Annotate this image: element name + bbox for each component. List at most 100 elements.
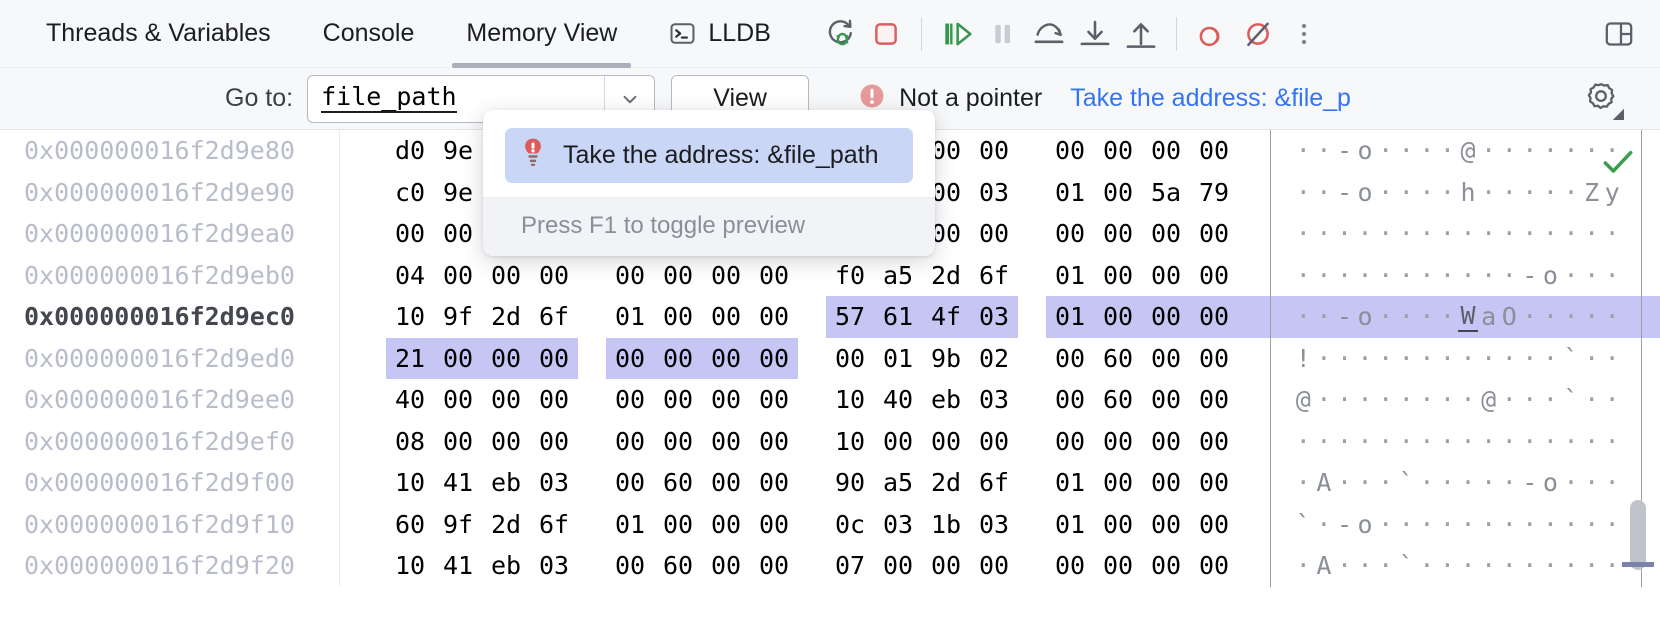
hex-byte[interactable]: 60	[1094, 338, 1142, 380]
ascii-char[interactable]: ·	[1602, 427, 1623, 456]
ascii-char[interactable]: ·	[1499, 261, 1520, 290]
ascii-char[interactable]: ·	[1478, 427, 1499, 456]
memory-row-bytes[interactable]: 1041eb030060000090a52d6f01000000	[340, 462, 1238, 504]
ascii-char[interactable]: ·	[1540, 219, 1561, 248]
ascii-char[interactable]: ·	[1561, 510, 1582, 539]
hex-byte[interactable]: 00	[874, 545, 922, 587]
ascii-char[interactable]: ·	[1520, 302, 1541, 331]
ascii-char[interactable]: o	[1355, 136, 1376, 165]
ascii-char[interactable]: ·	[1437, 510, 1458, 539]
ascii-char[interactable]: ·	[1478, 344, 1499, 373]
hex-byte[interactable]: 40	[386, 379, 434, 421]
ascii-char[interactable]: ·	[1561, 427, 1582, 456]
ascii-char[interactable]: ·	[1520, 510, 1541, 539]
ascii-char[interactable]: ·	[1602, 551, 1623, 580]
hex-byte[interactable]: 00	[1142, 296, 1190, 338]
hex-byte[interactable]: 6f	[530, 504, 578, 546]
ascii-char[interactable]: ·	[1540, 427, 1561, 456]
hex-byte[interactable]: 00	[702, 545, 750, 587]
ascii-char[interactable]: ·	[1375, 344, 1396, 373]
ascii-char[interactable]: ·	[1334, 385, 1355, 414]
hex-byte[interactable]: 9e	[434, 172, 482, 214]
ascii-char[interactable]: ·	[1314, 427, 1335, 456]
hex-byte[interactable]: 2d	[482, 296, 530, 338]
ascii-char[interactable]: ·	[1581, 510, 1602, 539]
ascii-char[interactable]: o	[1540, 468, 1561, 497]
ascii-char[interactable]: ·	[1540, 344, 1561, 373]
hex-byte[interactable]: 00	[750, 462, 798, 504]
hex-byte[interactable]: 79	[1190, 172, 1238, 214]
ascii-char[interactable]: ·	[1417, 385, 1438, 414]
ascii-char[interactable]: ·	[1540, 551, 1561, 580]
ascii-char[interactable]: ·	[1355, 385, 1376, 414]
hex-byte[interactable]: 00	[654, 338, 702, 380]
ascii-char[interactable]: ·	[1581, 385, 1602, 414]
memory-row[interactable]: 0x000000016f2d9ec0109f2d6f0100000057614f…	[0, 296, 1660, 338]
ascii-char[interactable]: ·	[1437, 427, 1458, 456]
hex-byte[interactable]: 00	[654, 504, 702, 546]
memory-row[interactable]: 0x000000016f2d9ef00800000000000000100000…	[0, 421, 1660, 463]
ascii-char[interactable]: ·	[1293, 302, 1314, 331]
hex-byte[interactable]: 00	[1142, 379, 1190, 421]
ascii-char[interactable]: o	[1355, 510, 1376, 539]
hex-byte[interactable]: 10	[386, 545, 434, 587]
ascii-char[interactable]: ·	[1314, 178, 1335, 207]
hex-byte[interactable]: 0c	[826, 504, 874, 546]
ascii-char[interactable]: ·	[1396, 178, 1417, 207]
memory-row-ascii[interactable]: ················	[1271, 421, 1623, 463]
ascii-char[interactable]: ·	[1375, 261, 1396, 290]
step-over-button[interactable]	[1026, 11, 1072, 57]
hex-byte[interactable]: f0	[826, 255, 874, 297]
ascii-char[interactable]: ·	[1602, 344, 1623, 373]
ascii-char[interactable]: ·	[1437, 385, 1458, 414]
tab-lldb[interactable]: LLDB	[643, 0, 797, 68]
ascii-char[interactable]: ·	[1437, 178, 1458, 207]
ascii-char[interactable]: ·	[1293, 136, 1314, 165]
ascii-char[interactable]: ·	[1458, 219, 1479, 248]
hex-byte[interactable]: 40	[874, 379, 922, 421]
tab-memory-view[interactable]: Memory View	[440, 0, 643, 68]
ascii-char[interactable]: ·	[1314, 302, 1335, 331]
hex-byte[interactable]: 00	[970, 545, 1018, 587]
hex-byte[interactable]: eb	[922, 379, 970, 421]
ascii-char[interactable]: ·	[1581, 427, 1602, 456]
hex-byte[interactable]: 00	[1190, 504, 1238, 546]
ascii-char[interactable]: `	[1396, 551, 1417, 580]
ascii-char[interactable]: ·	[1417, 510, 1438, 539]
ascii-char[interactable]: ·	[1499, 136, 1520, 165]
vertical-scrollbar[interactable]	[1630, 500, 1646, 570]
memory-row-bytes[interactable]: 08000000000000001000000000000000	[340, 421, 1238, 463]
memory-row-ascii[interactable]: ··-o····@·······	[1271, 130, 1623, 172]
memory-row-ascii[interactable]: ·A···`··········	[1271, 545, 1623, 587]
ascii-char[interactable]: ·	[1499, 219, 1520, 248]
hex-byte[interactable]: 00	[1046, 421, 1094, 463]
hex-byte[interactable]: d0	[386, 130, 434, 172]
ascii-char[interactable]: ·	[1314, 219, 1335, 248]
hex-byte[interactable]: 03	[970, 379, 1018, 421]
hex-byte[interactable]: 07	[826, 545, 874, 587]
ascii-char[interactable]: ·	[1520, 344, 1541, 373]
memory-row-ascii[interactable]: ··-o····WaO·····	[1271, 296, 1623, 338]
hex-byte[interactable]: 10	[826, 421, 874, 463]
ascii-char[interactable]: ·	[1581, 219, 1602, 248]
hex-byte[interactable]: 6f	[970, 462, 1018, 504]
ascii-char[interactable]: ·	[1417, 344, 1438, 373]
hex-byte[interactable]: 4f	[922, 296, 970, 338]
ascii-char[interactable]: ·	[1417, 468, 1438, 497]
hex-byte[interactable]: 00	[482, 379, 530, 421]
ascii-char[interactable]: A	[1314, 468, 1335, 497]
hex-byte[interactable]: 00	[750, 255, 798, 297]
hex-byte[interactable]: 00	[1190, 213, 1238, 255]
ascii-char[interactable]: ·	[1417, 219, 1438, 248]
hex-byte[interactable]: 00	[1094, 296, 1142, 338]
more-options-button[interactable]	[1281, 11, 1327, 57]
ascii-char[interactable]: ·	[1334, 427, 1355, 456]
ascii-char[interactable]: ·	[1437, 344, 1458, 373]
ascii-char[interactable]: ·	[1375, 136, 1396, 165]
ascii-char[interactable]: A	[1314, 551, 1335, 580]
hex-byte[interactable]: 00	[750, 421, 798, 463]
ascii-char[interactable]: ·	[1437, 136, 1458, 165]
hex-byte[interactable]: 03	[874, 504, 922, 546]
ascii-char[interactable]: ·	[1561, 136, 1582, 165]
hex-byte[interactable]: 00	[434, 338, 482, 380]
